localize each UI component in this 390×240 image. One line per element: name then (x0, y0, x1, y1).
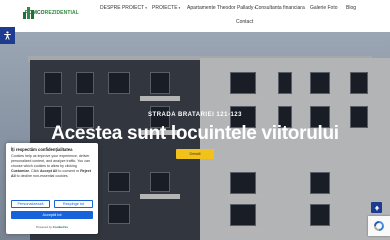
nav-item-consultanta[interactable]: Consultanta financiara (255, 5, 305, 11)
chevron-down-icon: ▾ (145, 6, 147, 10)
chevron-down-icon: ▾ (178, 6, 181, 10)
nav-item-blog[interactable]: Blog (346, 5, 356, 11)
nav-item-proiecte[interactable]: PROIECTE ▾ (152, 5, 180, 11)
accessibility-icon (4, 31, 11, 40)
recaptcha-icon (374, 221, 384, 231)
cookieyes-credit[interactable]: Powered by CookieYes (6, 225, 98, 229)
hero-subtitle: STRADA BRATARIEI 121-123 (148, 112, 242, 118)
cookie-consent-banner: Îți respectăm confidențialitatea Cookies… (6, 143, 98, 234)
accept-all-button[interactable]: Acceptă tot (11, 211, 93, 219)
arrow-up-icon (374, 205, 379, 210)
accessibility-button[interactable] (0, 27, 15, 44)
nav-item-apartamente[interactable]: Apartamente Theodor Pallady ▾ (187, 5, 256, 11)
scroll-top-button[interactable] (371, 202, 382, 213)
reject-all-button[interactable]: Respinge tot (54, 200, 93, 208)
cookie-title: Îți respectăm confidențialitatea (11, 147, 73, 152)
cookie-description: Cookies help us improve your experience,… (11, 154, 91, 178)
nav-item-galerie[interactable]: Galerie Foto (310, 5, 338, 11)
site-logo[interactable]: ROMCOREZIDENTIAL (23, 6, 79, 20)
recaptcha-badge[interactable] (368, 216, 390, 236)
nav-item-despre-proiect[interactable]: DESPRE PROIECT ▾ (100, 5, 147, 11)
site-header: ROMCOREZIDENTIAL DESPRE PROIECT ▾ PROIECT… (0, 0, 390, 32)
nav-item-contact[interactable]: Contact (236, 19, 253, 25)
details-button[interactable]: Detalii (176, 149, 214, 159)
hero-title: Acestea sunt locuintele viitorului (51, 123, 339, 144)
customize-button[interactable]: Personalizează (11, 200, 50, 208)
